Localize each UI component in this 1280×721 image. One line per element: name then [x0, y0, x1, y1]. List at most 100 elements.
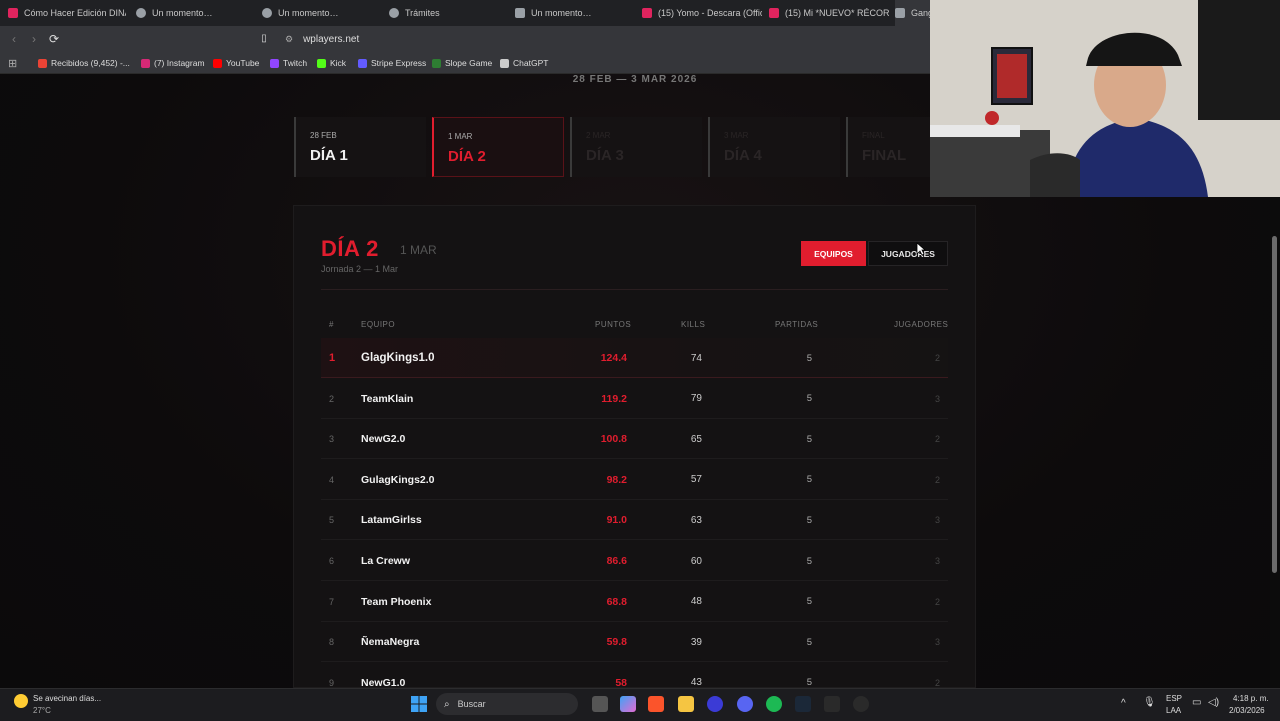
- table-row[interactable]: 5 LatamGirlss 91.0 63 5 3: [321, 500, 948, 541]
- page-icon: [515, 8, 525, 18]
- rank-cell: 2: [329, 393, 335, 404]
- header-points: PUNTOS: [595, 320, 632, 329]
- rank-cell: 1: [329, 352, 336, 364]
- back-icon[interactable]: ‹: [8, 33, 20, 45]
- panel-divider: [321, 289, 948, 290]
- day-tab-3[interactable]: 2 MAR DÍA 3: [570, 117, 702, 177]
- language-line2[interactable]: LAA: [1166, 706, 1181, 715]
- rank-cell: 4: [329, 474, 335, 485]
- chevron-up-icon[interactable]: ^: [1121, 698, 1126, 709]
- clock-date[interactable]: 2/03/2026: [1229, 706, 1265, 715]
- players-cell: 2: [934, 596, 940, 607]
- browser-tab[interactable]: (15) Mi *NUEVO* RÉCORD: [769, 0, 889, 26]
- players-cell: 3: [934, 637, 940, 648]
- panel-subtitle: Jornada 2 — 1 Mar: [321, 264, 399, 274]
- microphone-icon[interactable]: 🎙: [1143, 697, 1156, 708]
- header-players: JUGADORES: [894, 320, 949, 329]
- day-tab-2[interactable]: 1 MAR DÍA 2: [432, 117, 564, 177]
- browser-tab[interactable]: Un momento…: [136, 0, 256, 26]
- twitch-icon: [270, 58, 279, 68]
- team-name-cell: ÑemaNegra: [361, 636, 420, 649]
- youtube-icon: [213, 58, 222, 68]
- points-cell: 98.2: [606, 473, 627, 486]
- players-cell: 2: [934, 474, 940, 485]
- kills-cell: 48: [690, 596, 702, 608]
- table-row[interactable]: 7 Team Phoenix 68.8 48 5 2: [321, 582, 948, 622]
- bookmark-item[interactable]: Stripe Express: [358, 53, 426, 73]
- address-bar[interactable]: ⚙ wplayers.net: [285, 29, 925, 50]
- kills-cell: 65: [690, 433, 702, 445]
- bookmark-item[interactable]: ChatGPT: [500, 53, 548, 73]
- bookmark-item[interactable]: Recibidos (9,452) -...: [38, 53, 130, 73]
- day-date: 3 MAR: [724, 131, 749, 140]
- reload-icon[interactable]: ⟳: [48, 33, 60, 45]
- bookmark-item[interactable]: YouTube: [213, 53, 259, 73]
- header-matches: PARTIDAS: [775, 320, 819, 329]
- team-name-cell: LatamGirlss: [361, 514, 422, 527]
- bookmark-item[interactable]: Slope Game: [432, 53, 492, 73]
- day-tab-1[interactable]: 28 FEB DÍA 1: [294, 117, 426, 177]
- brave-browser-icon[interactable]: [648, 696, 664, 712]
- tab-title: Un momento…: [531, 8, 592, 18]
- steam-icon[interactable]: [795, 696, 811, 712]
- network-icon[interactable]: ▭: [1192, 697, 1201, 708]
- kills-cell: 39: [690, 636, 702, 648]
- weather-text[interactable]: Se avecinan días...: [33, 694, 101, 703]
- tab-title: Cómo Hacer Edición DINÁ: [24, 8, 126, 18]
- audio-app-icon[interactable]: [824, 696, 840, 712]
- points-cell: 86.6: [606, 555, 627, 567]
- app-icon[interactable]: [707, 696, 723, 712]
- globe-icon: [136, 8, 146, 18]
- kills-cell: 60: [690, 555, 702, 567]
- file-explorer-icon[interactable]: [678, 696, 694, 712]
- points-cell: 124.4: [600, 352, 627, 364]
- players-toggle-button[interactable]: JUGADORES: [868, 241, 948, 266]
- teams-toggle-button[interactable]: EQUIPOS: [801, 241, 866, 266]
- language-line1[interactable]: ESP: [1166, 694, 1182, 703]
- volume-icon[interactable]: ◁): [1208, 697, 1219, 708]
- table-row[interactable]: 3 NewG2.0 100.8 65 5 2: [321, 419, 948, 460]
- windows-start-icon[interactable]: [411, 696, 427, 712]
- task-view-icon[interactable]: [592, 696, 608, 712]
- table-row[interactable]: 6 La Creww 86.6 60 5 3: [321, 541, 948, 581]
- browser-tab[interactable]: Gang: [895, 0, 931, 26]
- clock-time[interactable]: 4:18 p. m.: [1233, 694, 1269, 703]
- copilot-icon[interactable]: [620, 696, 636, 712]
- discord-icon[interactable]: [737, 696, 753, 712]
- day-tab-4[interactable]: 3 MAR DÍA 4: [708, 117, 840, 177]
- apps-grid-icon[interactable]: ⊞: [8, 53, 17, 73]
- chatgpt-icon: [500, 58, 509, 68]
- scrollbar-thumb[interactable]: [1272, 236, 1277, 573]
- table-row[interactable]: 4 GulagKings2.0 98.2 57 5 2: [321, 460, 948, 500]
- players-cell: 2: [934, 434, 940, 445]
- site-info-icon[interactable]: ⚙: [285, 34, 293, 45]
- bookmark-item[interactable]: Twitch: [270, 53, 307, 73]
- browser-tab[interactable]: Trámites: [389, 0, 509, 26]
- forward-icon[interactable]: ›: [28, 33, 40, 45]
- header-kills: KILLS: [681, 320, 706, 329]
- table-row[interactable]: 1 GlagKings1.0 124.4 74 5 2: [321, 338, 948, 378]
- table-row[interactable]: 2 TeamKlain 119.2 79 5 3: [321, 379, 948, 419]
- browser-tab[interactable]: Un momento…: [515, 0, 635, 26]
- browser-tab[interactable]: (15) Yomo - Descara (Offic: [642, 0, 762, 26]
- day-name: FINAL: [862, 147, 907, 164]
- team-name-cell: Team Phoenix: [361, 595, 432, 608]
- day-tab-5[interactable]: FINAL FINAL: [846, 117, 930, 177]
- browser-tab[interactable]: Cómo Hacer Edición DINÁ: [8, 0, 126, 26]
- weather-icon[interactable]: [14, 694, 28, 708]
- matches-cell: 5: [806, 555, 812, 567]
- kills-cell: 79: [690, 393, 702, 405]
- bookmark-icon[interactable]: ▯: [258, 33, 270, 45]
- header-team: EQUIPO: [361, 320, 396, 329]
- bookmark-item[interactable]: (7) Instagram: [141, 53, 205, 73]
- table-row[interactable]: 8 ÑemaNegra 59.8 39 5 3: [321, 622, 948, 663]
- points-cell: 119.2: [601, 392, 627, 405]
- spotify-icon[interactable]: [766, 696, 782, 712]
- kills-cell: 74: [690, 352, 702, 364]
- search-placeholder: Buscar: [457, 699, 486, 709]
- chatgpt-app-icon[interactable]: [853, 696, 869, 712]
- date-range: 28 FEB — 3 MAR 2026: [572, 74, 698, 82]
- taskbar-search-box[interactable]: ⌕ Buscar: [436, 693, 578, 715]
- browser-tab[interactable]: Un momento…: [262, 0, 382, 26]
- bookmark-item[interactable]: Kick: [317, 53, 346, 73]
